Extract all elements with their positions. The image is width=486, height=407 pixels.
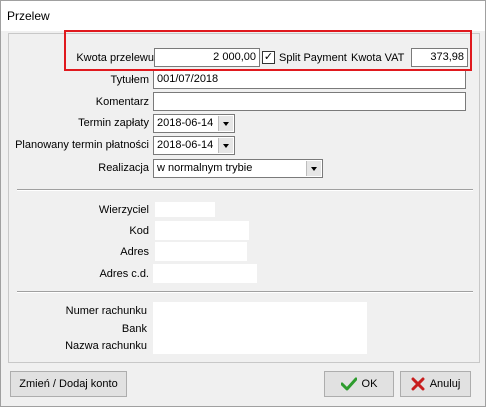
realization-select[interactable]: w normalnym trybie	[153, 159, 323, 178]
address-label: Adres	[120, 246, 149, 258]
amount-label: Kwota przelewu	[76, 52, 154, 64]
vat-label: Kwota VAT	[351, 52, 405, 64]
window-title: Przelew	[7, 9, 50, 23]
vat-amount-input[interactable]: 373,98	[411, 48, 468, 67]
bank-field[interactable]	[153, 319, 367, 336]
planned-date-picker[interactable]: 2018-06-14	[153, 136, 235, 155]
planned-date-dropdown-button[interactable]	[218, 138, 233, 153]
split-payment-label: Split Payment	[279, 52, 347, 64]
ok-button[interactable]: OK	[324, 371, 394, 397]
chevron-down-icon	[223, 143, 229, 148]
cancel-label: Anuluj	[429, 378, 461, 390]
bank-label: Bank	[121, 323, 147, 335]
realization-value: w normalnym trybie	[157, 162, 253, 174]
payment-date-dropdown-button[interactable]	[218, 116, 233, 131]
account-name-field[interactable]	[153, 336, 367, 353]
form-panel: Kwota przelewu 2 000,00 ✓ Split Payment …	[8, 33, 480, 363]
payment-date-label: Termin zapłaty	[78, 117, 149, 129]
comment-input[interactable]	[153, 92, 466, 111]
separator	[17, 189, 473, 191]
checkmark-icon: ✓	[263, 51, 274, 63]
account-details-box[interactable]	[153, 302, 367, 354]
address-field[interactable]	[155, 242, 247, 261]
chevron-down-icon	[311, 166, 317, 171]
chevron-down-icon	[223, 121, 229, 126]
title-label: Tytułem	[110, 74, 149, 86]
planned-date-label: Planowany termin płatności	[15, 139, 149, 151]
account-name-label: Nazwa rachunku	[65, 340, 147, 352]
title-input[interactable]: 001/07/2018	[153, 70, 466, 89]
code-label: Kod	[129, 225, 149, 237]
checkmark-icon	[340, 377, 357, 391]
creditor-label: Wierzyciel	[98, 204, 149, 216]
title-bar[interactable]: Przelew	[1, 1, 485, 31]
account-number-field[interactable]	[153, 302, 367, 319]
realization-dropdown-button[interactable]	[306, 161, 321, 176]
change-account-button[interactable]: Zmień / Dodaj konto	[10, 371, 127, 397]
ok-label: OK	[361, 378, 378, 390]
planned-date-value: 2018-06-14	[157, 139, 214, 151]
cancel-button[interactable]: Anuluj	[400, 371, 471, 397]
address-cont-field[interactable]	[153, 264, 257, 283]
comment-label: Komentarz	[95, 96, 149, 108]
amount-input[interactable]: 2 000,00	[154, 48, 260, 67]
payment-date-value: 2018-06-14	[157, 117, 214, 129]
separator	[17, 291, 473, 293]
address-cont-label: Adres c.d.	[99, 268, 149, 280]
split-payment-checkbox[interactable]: ✓	[262, 51, 275, 64]
account-number-label: Numer rachunku	[65, 305, 147, 317]
change-account-label: Zmień / Dodaj konto	[19, 378, 118, 390]
dialog-window: Przelew Kwota przelewu 2 000,00 ✓ Split …	[0, 0, 486, 407]
payment-date-picker[interactable]: 2018-06-14	[153, 114, 235, 133]
x-icon	[411, 377, 425, 391]
realization-label: Realizacja	[98, 162, 149, 174]
code-field[interactable]	[155, 221, 249, 240]
creditor-field[interactable]	[155, 202, 215, 217]
